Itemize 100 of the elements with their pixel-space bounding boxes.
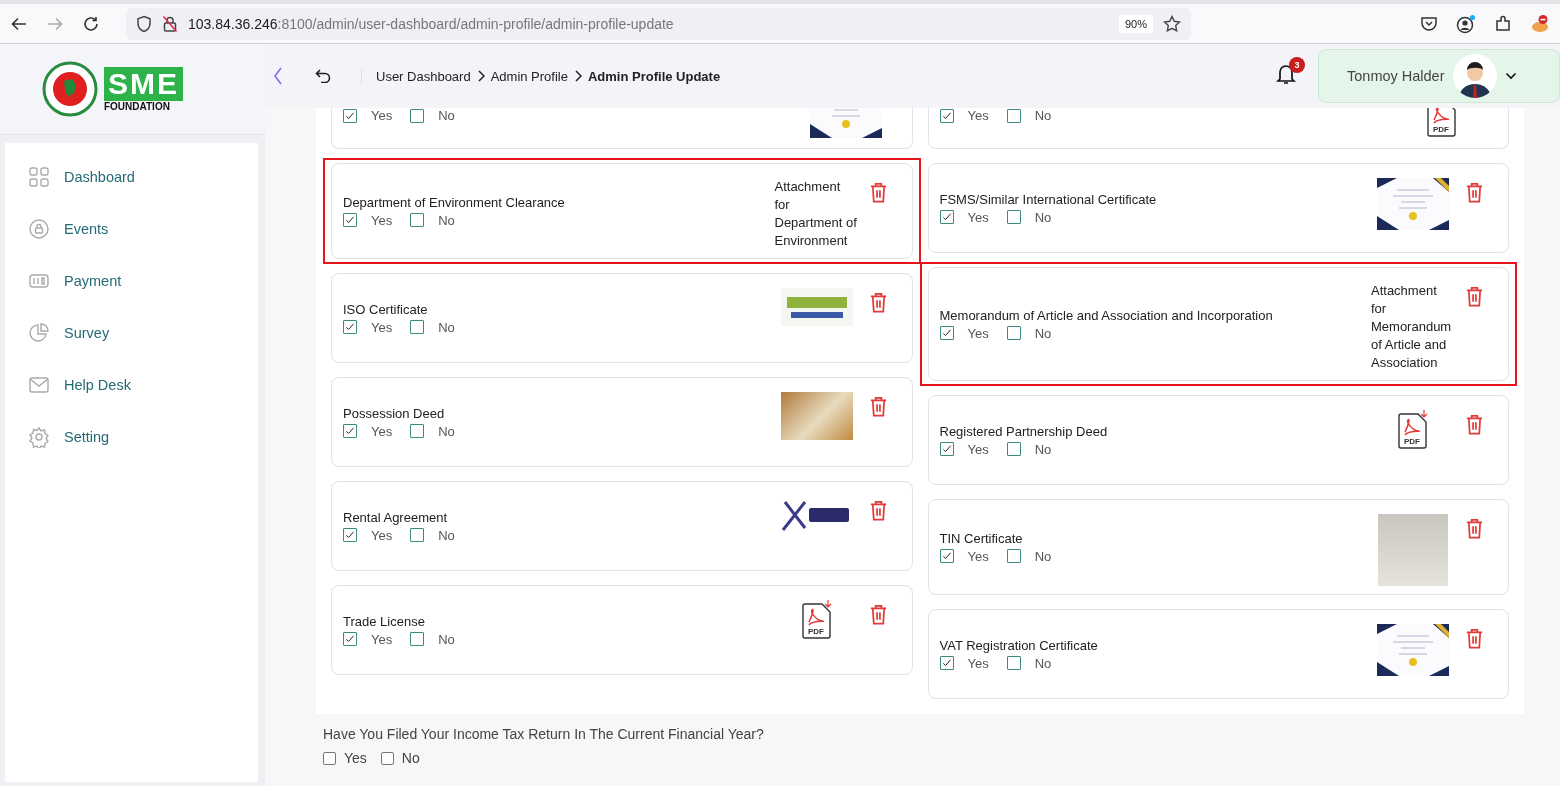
checkbox[interactable] [939,442,954,456]
notification-badge: 3 [1289,57,1305,73]
sidebar-item[interactable]: Survey [64,325,110,341]
option-label: No [1034,325,1052,341]
checkbox[interactable] [939,326,954,340]
account-icon[interactable] [1456,13,1476,34]
option-label: No [1034,108,1052,123]
mail-icon [28,374,50,396]
option-label: No [1034,441,1052,457]
pdf-file-icon[interactable]: PDF [1396,410,1430,450]
zoom-level[interactable]: 90% [1118,14,1153,33]
document-title: VAT Registration Certificate [939,637,1099,653]
checkbox[interactable] [1006,210,1021,224]
checkbox[interactable] [1006,549,1021,563]
option-label: No [1034,548,1052,564]
sidebar-item[interactable]: Setting [64,429,110,445]
trash-icon[interactable] [1465,628,1484,649]
checkbox[interactable] [343,213,357,227]
checkbox[interactable] [939,656,954,670]
sidebar-item[interactable]: Help Desk [64,377,131,393]
option-label: No [1034,209,1052,225]
checkbox[interactable] [1006,442,1021,456]
checkbox[interactable] [1006,656,1021,670]
option-label: Yes [371,631,393,647]
user-menu[interactable]: Tonmoy Halder [1318,49,1560,103]
certificate-thumbnail[interactable] [1377,178,1449,230]
bell-icon[interactable] [1276,63,1296,85]
trash-icon[interactable] [868,182,888,203]
checkbox[interactable] [343,632,357,646]
document-title: Registered Partnership Deed [939,423,1109,439]
document-title: Possession Deed [343,405,446,421]
star-icon[interactable] [1163,14,1181,33]
sidebar-item[interactable]: Dashboard [64,169,135,185]
option-label: No [438,108,455,123]
checkbox[interactable] [343,528,357,542]
option-label: No [401,750,420,766]
checkbox[interactable] [343,320,357,334]
url-text[interactable]: 103.84.36.246:8100/admin/user-dashboard/admin-profile/admin-profile-update [188,15,674,32]
pdf-file-icon[interactable]: PDF [799,600,834,640]
checkbox[interactable] [323,751,336,765]
dropdown-caret-icon[interactable] [1504,72,1517,80]
option-label: No [438,423,455,439]
document-title: Department of Environment Clearance [343,194,566,210]
option-label: Yes [967,325,989,341]
chevron-icon [573,70,582,82]
undo-arrow-icon[interactable] [315,69,331,83]
option-label: No [438,527,455,543]
trash-icon[interactable] [868,396,888,417]
emblem-logo [42,61,98,117]
document-title: Memorandum of Article and Association and Incorporation [939,307,1274,323]
document-title: Trade License [343,613,426,629]
reload-icon[interactable] [82,14,100,33]
certificate-thumbnail[interactable] [1377,624,1449,676]
trash-icon[interactable] [868,604,888,625]
option-label: Yes [371,527,393,543]
option-label: Yes [371,319,393,335]
checkbox[interactable] [343,424,357,438]
option-label: No [438,212,455,228]
trash-icon[interactable] [1465,182,1484,203]
checkbox[interactable] [1006,108,1021,123]
option-label: No [438,631,455,647]
logo-thumbnail[interactable] [780,288,853,326]
checkbox[interactable] [410,528,425,542]
trash-icon[interactable] [868,292,888,313]
sidebar-item[interactable]: Events [64,221,109,237]
option-label: Yes [967,548,989,564]
checkbox[interactable] [939,210,954,224]
option-label: No [1034,655,1052,671]
checkbox[interactable] [380,751,394,765]
checkbox[interactable] [410,108,425,123]
question-text: Have You Filed Your Income Tax Return In The Current Financial Year? [323,726,765,742]
logo-mark: SME [104,66,183,101]
attachment-text: Attachment for Memorandum of Article and Association [1371,282,1453,372]
address-bar[interactable]: 103.84.36.246:8100/admin/user-dashboard/admin-profile/admin-profile-update 90% [126,7,1191,40]
trash-icon[interactable] [1465,286,1484,307]
trash-icon[interactable] [1465,518,1484,539]
checkbox[interactable] [410,424,425,438]
checkbox[interactable] [343,108,357,123]
insecure-lock-icon[interactable] [162,14,178,33]
pdf-file-icon[interactable]: PDF [1425,108,1459,138]
trash-icon[interactable] [868,500,888,521]
checkbox[interactable] [410,632,425,646]
logo-caption: FOUNDATION [104,100,170,112]
extension-icon[interactable] [1530,13,1550,34]
extensions-icon[interactable] [1494,14,1512,33]
pocket-icon[interactable] [1420,14,1438,33]
shield-icon[interactable] [136,14,152,33]
breadcrumb-item[interactable]: Admin Profile [490,68,568,84]
checkbox[interactable] [939,549,954,563]
option-label: Yes [967,441,989,457]
checkbox[interactable] [410,213,425,227]
document-title: ISO Certificate [343,301,429,317]
checkbox[interactable] [1006,326,1021,340]
checkbox[interactable] [939,108,954,123]
trash-icon[interactable] [1465,414,1484,435]
sidebar-item[interactable]: Payment [64,273,122,289]
checkbox[interactable] [410,320,425,334]
collapse-chevron-icon[interactable] [273,67,283,85]
breadcrumb-item[interactable]: User Dashboard [376,68,471,84]
option-label: Yes [967,655,989,671]
